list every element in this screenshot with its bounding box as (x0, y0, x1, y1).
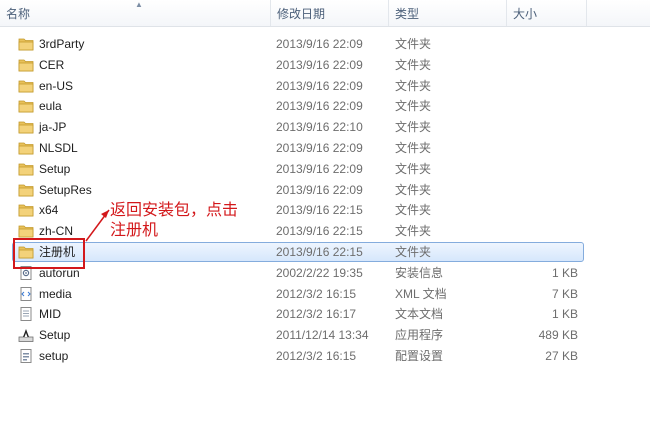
annotation-line-2: 注册机 (110, 220, 159, 239)
callout-annotation: 返回安装包，点击 注册机 (110, 200, 238, 240)
annotation-line-1: 返回安装包，点击 (110, 200, 239, 219)
callout-arrow (85, 209, 110, 242)
